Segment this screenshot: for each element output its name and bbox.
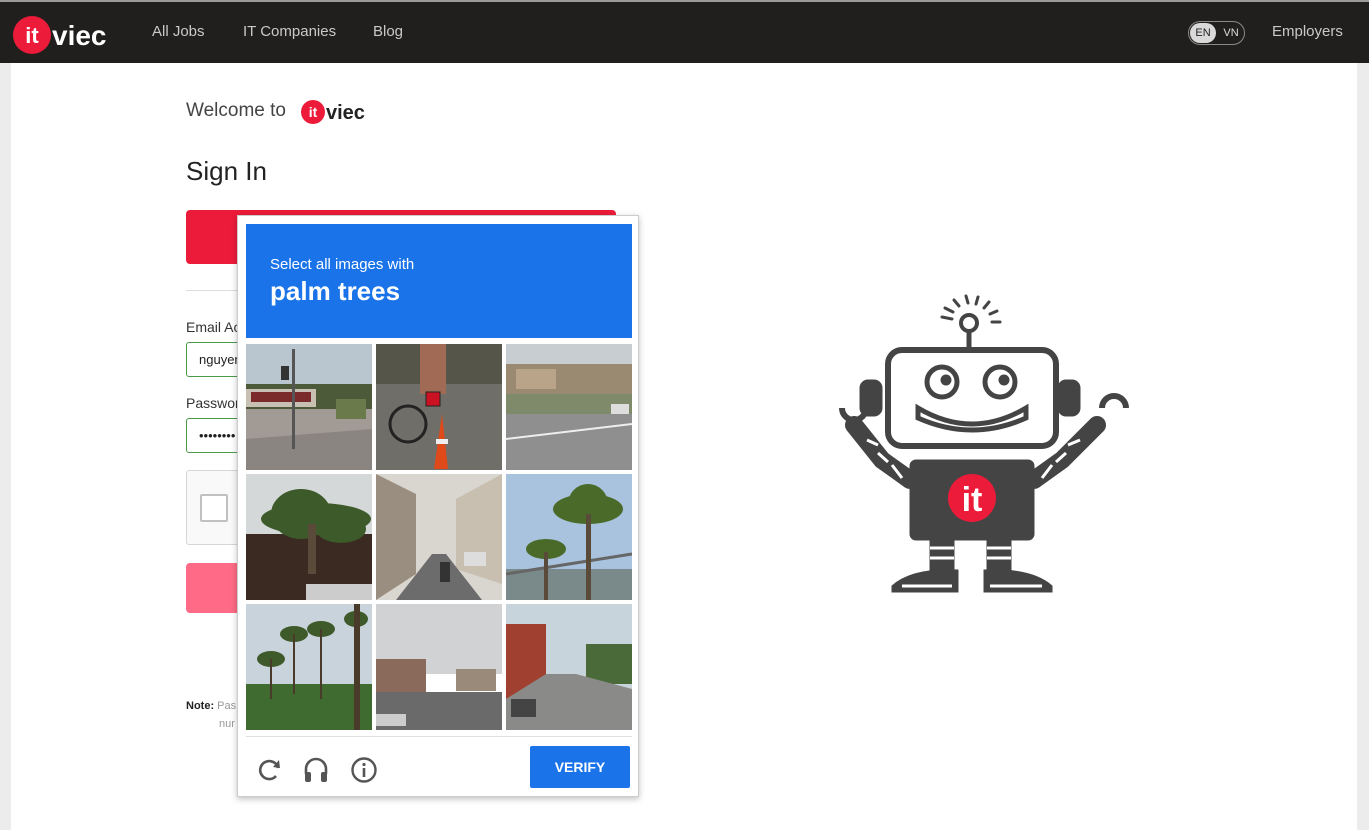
note-body: Pas bbox=[217, 700, 237, 712]
email-label: Email Ac bbox=[186, 319, 238, 335]
audio-icon[interactable] bbox=[302, 756, 330, 784]
challenge-tile-2[interactable] bbox=[376, 344, 502, 470]
nav-it-companies[interactable]: IT Companies bbox=[243, 23, 336, 40]
svg-text:it: it bbox=[25, 23, 39, 48]
challenge-instruction: Select all images with bbox=[270, 256, 415, 273]
challenge-footer-divider bbox=[246, 736, 632, 737]
challenge-tile-7[interactable] bbox=[246, 604, 372, 730]
challenge-tile-8[interactable] bbox=[376, 604, 502, 730]
page-title: Sign In bbox=[186, 156, 267, 186]
lang-en[interactable]: EN bbox=[1190, 23, 1216, 43]
verify-button[interactable]: VERIFY bbox=[530, 746, 630, 788]
robot-badge-text: it bbox=[962, 481, 983, 519]
recaptcha-checkbox[interactable] bbox=[200, 494, 228, 522]
lang-vn[interactable]: VN bbox=[1219, 23, 1243, 43]
nav-employers[interactable]: Employers bbox=[1272, 23, 1343, 40]
language-toggle[interactable]: EN VN bbox=[1188, 21, 1245, 45]
challenge-header: Select all images with palm trees bbox=[246, 224, 632, 338]
svg-text:viec: viec bbox=[52, 20, 107, 51]
welcome-itviec-logo: it viec bbox=[301, 100, 365, 124]
welcome-text: Welcome to bbox=[186, 100, 286, 121]
svg-text:it: it bbox=[309, 104, 318, 120]
note-text: Note: Pas bbox=[186, 700, 240, 712]
challenge-tile-5[interactable] bbox=[376, 474, 502, 600]
reload-icon[interactable] bbox=[256, 756, 284, 784]
note-label: Note: bbox=[186, 700, 215, 712]
info-icon[interactable] bbox=[350, 756, 378, 784]
challenge-tile-1[interactable] bbox=[246, 344, 372, 470]
challenge-target: palm trees bbox=[270, 276, 401, 306]
challenge-tile-3[interactable] bbox=[506, 344, 632, 470]
itviec-logo[interactable]: it viec bbox=[12, 15, 122, 55]
svg-text:viec: viec bbox=[326, 102, 365, 124]
top-navbar: it viec All Jobs IT Companies Blog EN VN… bbox=[0, 2, 1369, 63]
robot-illustration: it bbox=[839, 294, 1129, 593]
recaptcha-challenge-popup: Select all images with palm trees VERIFY bbox=[237, 215, 639, 797]
challenge-tile-9[interactable] bbox=[506, 604, 632, 730]
nav-all-jobs[interactable]: All Jobs bbox=[152, 23, 205, 40]
note-text-line2: nur bbox=[219, 718, 235, 730]
challenge-tile-6[interactable] bbox=[506, 474, 632, 600]
challenge-image-grid bbox=[246, 344, 632, 730]
challenge-tile-4[interactable] bbox=[246, 474, 372, 600]
password-label: Passwor bbox=[186, 395, 238, 411]
nav-blog[interactable]: Blog bbox=[373, 23, 403, 40]
